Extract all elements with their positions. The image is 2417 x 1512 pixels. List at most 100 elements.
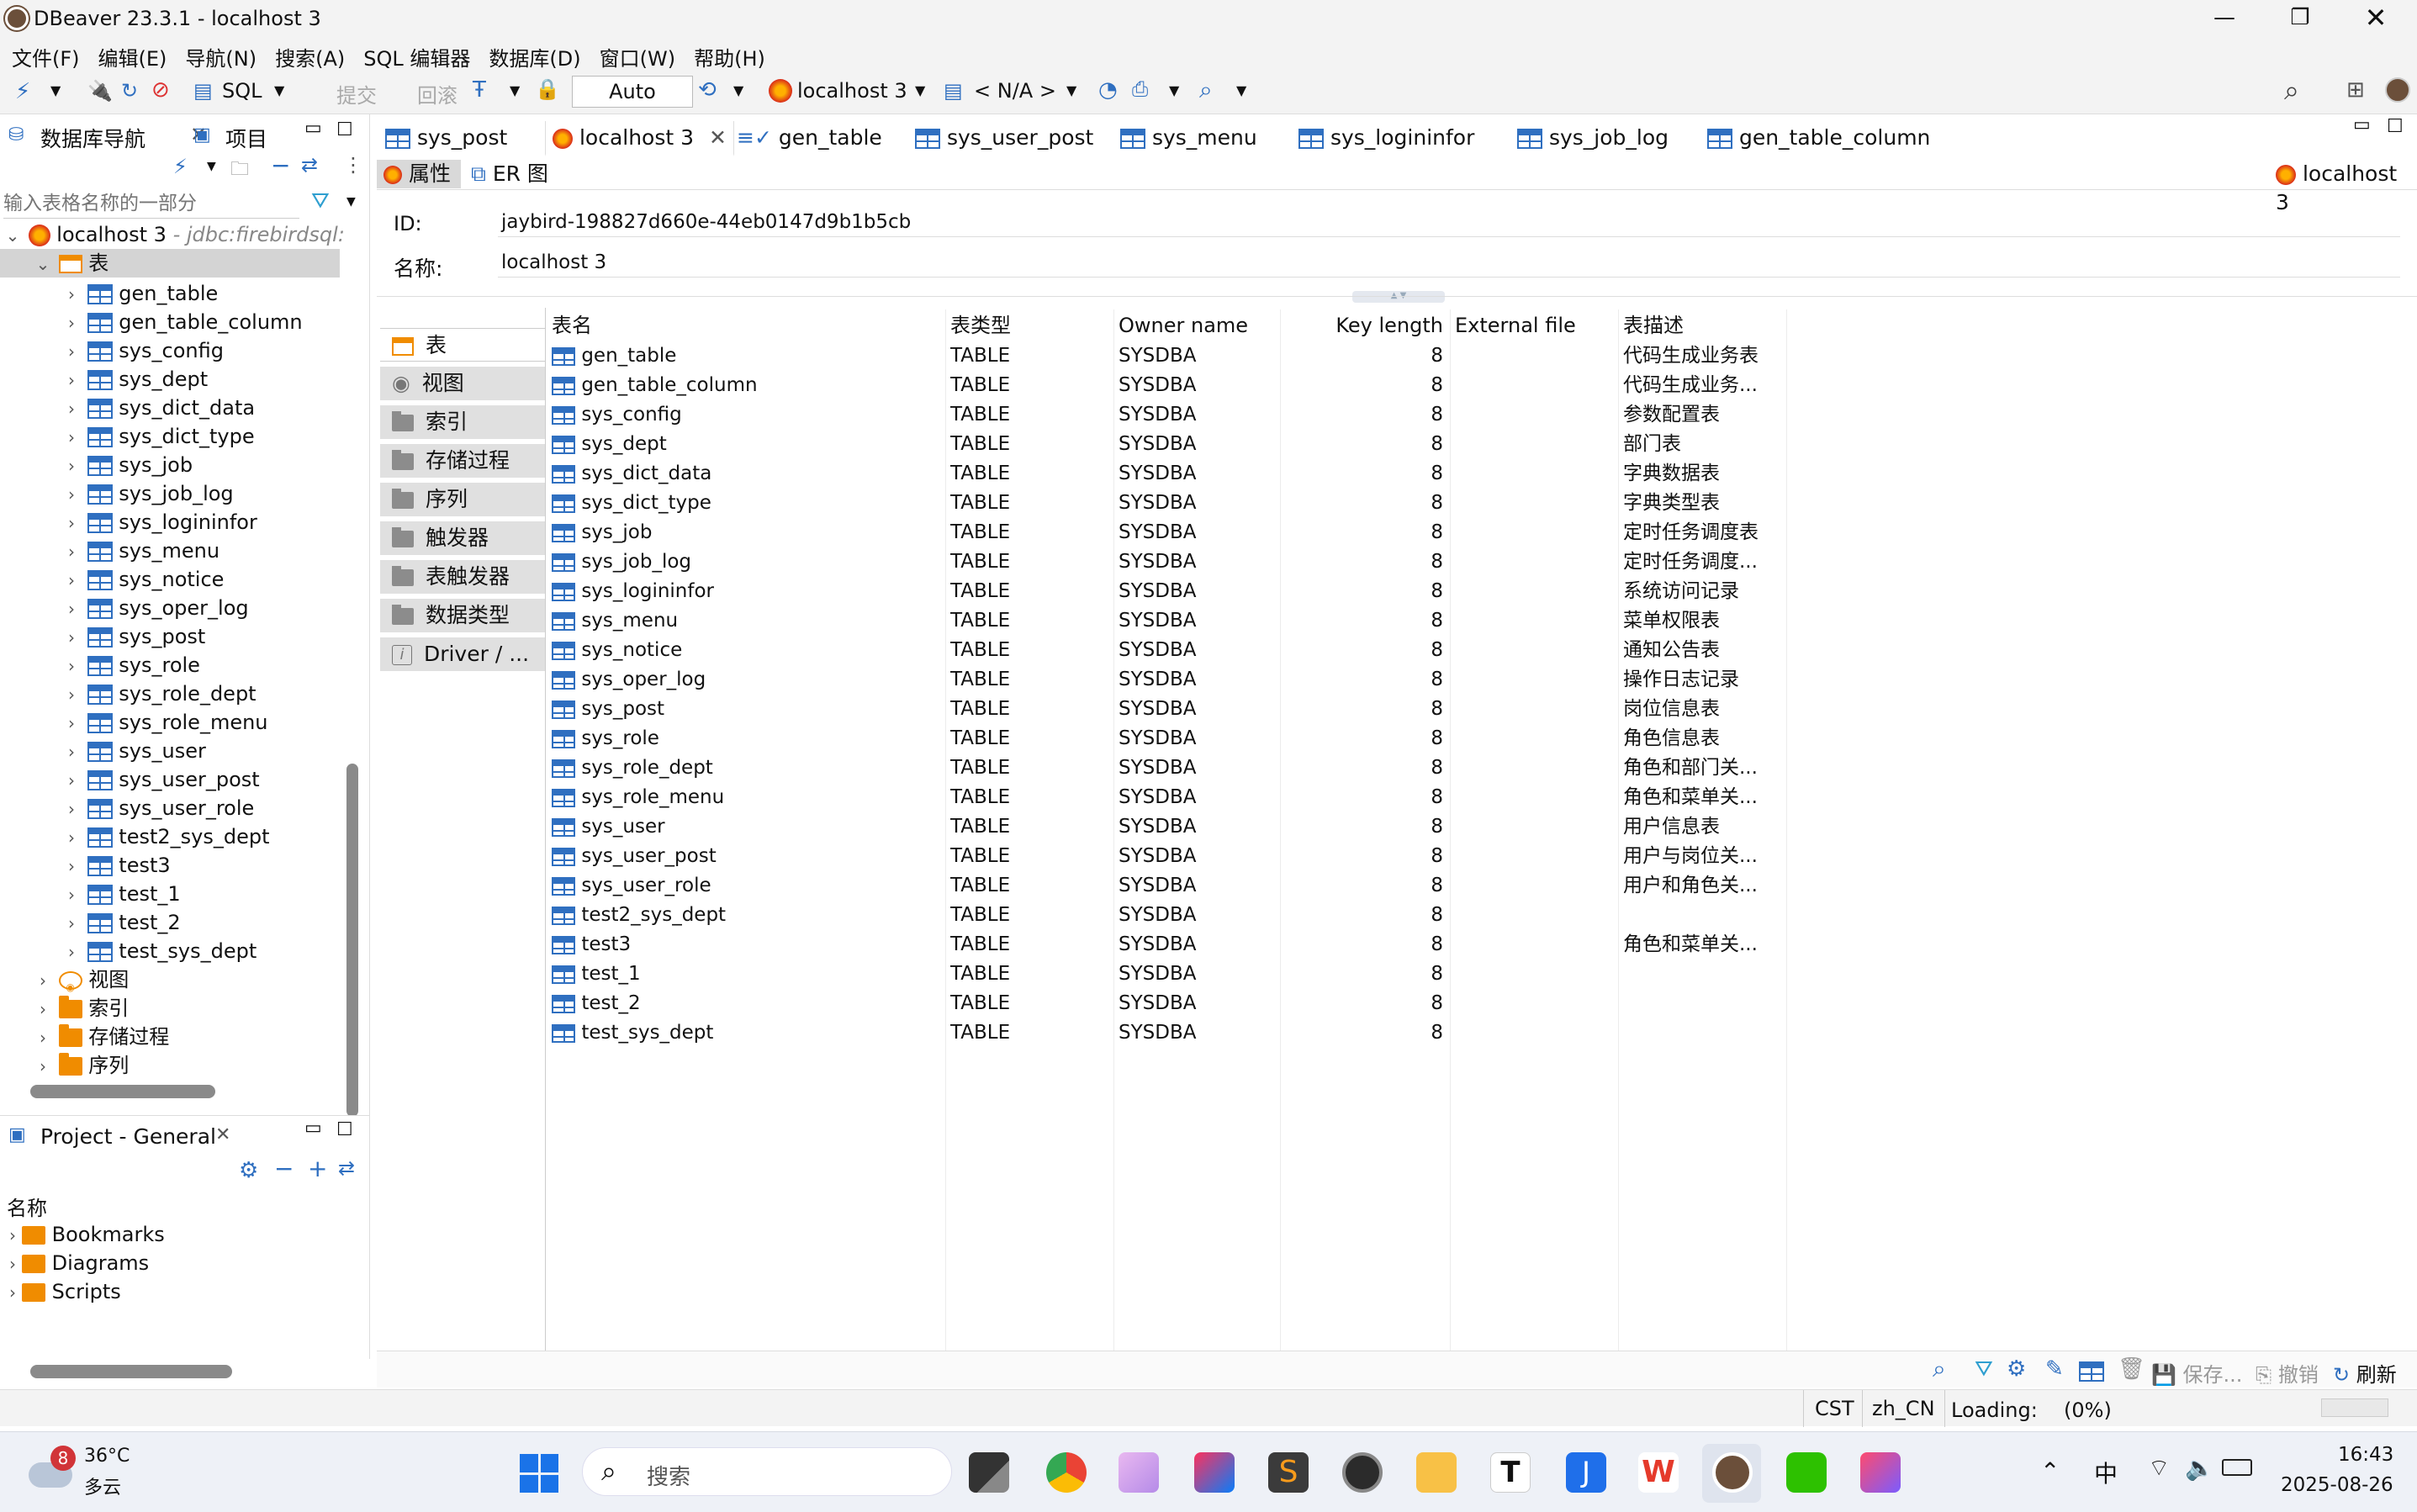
tree-table-item[interactable]: › gen_table [62, 279, 218, 308]
table-cell[interactable]: 8 [1309, 430, 1443, 459]
table-cell[interactable]: sys_logininfor [552, 577, 939, 606]
minimize-button[interactable]: — [2203, 5, 2245, 34]
table-cell[interactable]: 岗位信息表 [1623, 695, 1774, 724]
tree-table-item[interactable]: › sys_job [62, 451, 193, 479]
table-cell[interactable] [1455, 636, 1615, 665]
chevron-right-icon[interactable]: › [62, 880, 81, 909]
table-cell[interactable]: 8 [1309, 695, 1443, 724]
project-close-icon[interactable]: ✕ [215, 1124, 230, 1145]
table-cell[interactable] [1455, 665, 1615, 695]
project-horizontal-scrollbar[interactable] [30, 1365, 232, 1378]
table-cell[interactable]: TABLE [950, 812, 1110, 842]
nav-new-folder-icon[interactable]: 🗀 [230, 155, 249, 187]
table-cell[interactable]: TABLE [950, 489, 1110, 518]
table-cell[interactable]: 通知公告表 [1623, 636, 1774, 665]
rollback-button[interactable]: 回滚 [417, 79, 457, 108]
table-cell[interactable]: SYSDBA [1119, 724, 1278, 753]
tree-tables-folder[interactable]: ⌄ 表 [0, 249, 340, 278]
table-cell[interactable]: TABLE [950, 636, 1110, 665]
history-icon[interactable]: ⟲ [698, 77, 717, 103]
chevron-right-icon[interactable]: › [62, 394, 81, 423]
tree-table-item[interactable]: › sys_dict_data [62, 394, 255, 422]
table-cell[interactable]: 8 [1309, 665, 1443, 695]
project-title[interactable]: Project - General [40, 1124, 216, 1149]
chevron-right-icon[interactable]: › [34, 1023, 52, 1052]
table-cell[interactable]: 菜单权限表 [1623, 606, 1774, 636]
table-cell[interactable]: 8 [1309, 341, 1443, 371]
editor-tab[interactable]: sys_logininfor [1298, 121, 1474, 155]
volume-icon[interactable]: 🔈 [2185, 1454, 2214, 1482]
table-cell[interactable]: 8 [1309, 842, 1443, 871]
table-cell[interactable]: TABLE [950, 695, 1110, 724]
table-cell[interactable] [1455, 695, 1615, 724]
maximize-panel-icon[interactable]: ☐ [336, 119, 353, 140]
table-cell[interactable] [1455, 489, 1615, 518]
table-cell[interactable]: 字典类型表 [1623, 489, 1774, 518]
editor-tab[interactable]: sys_menu [1120, 121, 1257, 155]
subtab-properties[interactable]: 属性 [377, 160, 461, 188]
windows-start-icon[interactable] [520, 1454, 558, 1493]
grid-filter-icon[interactable]: ⛛ [1975, 1356, 1993, 1382]
nav-new-dropdown-icon[interactable]: ▼ [207, 160, 216, 173]
chevron-right-icon[interactable]: › [62, 309, 81, 337]
table-cell[interactable]: 8 [1309, 459, 1443, 489]
editor-tab[interactable]: gen_table_column [1707, 121, 1930, 155]
intellij-icon[interactable] [1194, 1452, 1235, 1493]
tab-database-navigator[interactable]: 数据库导航 [40, 123, 145, 153]
table-cell[interactable]: 代码生成业务... [1623, 371, 1774, 400]
table-cell[interactable] [1455, 518, 1615, 547]
chevron-right-icon[interactable]: › [62, 766, 81, 795]
table-cell[interactable]: SYSDBA [1119, 606, 1278, 636]
table-cell[interactable]: SYSDBA [1119, 518, 1278, 547]
table-cell[interactable]: 字典数据表 [1623, 459, 1774, 489]
table-cell[interactable] [1455, 930, 1615, 960]
project-item-bookmarks[interactable]: › Bookmarks [3, 1220, 165, 1249]
table-cell[interactable]: SYSDBA [1119, 371, 1278, 400]
grid-table-icon[interactable] [2079, 1360, 2104, 1382]
commit-button[interactable]: 提交 [336, 79, 377, 108]
chevron-right-icon[interactable]: › [62, 509, 81, 537]
sublime-icon[interactable]: S [1268, 1452, 1309, 1493]
table-cell[interactable]: 角色和部门关... [1623, 753, 1774, 783]
object-type-button[interactable]: i Driver / ... [380, 637, 545, 671]
table-cell[interactable]: 角色和菜单关... [1623, 930, 1774, 960]
tree-table-item[interactable]: › sys_user_role [62, 794, 254, 822]
table-cell[interactable]: SYSDBA [1119, 459, 1278, 489]
tree-table-item[interactable]: › sys_logininfor [62, 508, 257, 537]
table-cell[interactable]: TABLE [950, 960, 1110, 989]
weather-widget[interactable]: 8 36°C 多云 [25, 1446, 151, 1499]
disconnect-icon[interactable]: ⊘ [151, 77, 170, 103]
column-header[interactable]: External file [1455, 311, 1615, 340]
table-cell[interactable]: sys_dict_type [552, 489, 939, 518]
tree-connection[interactable]: ⌄ localhost 3 - jdbc:firebirdsql: [3, 220, 345, 249]
table-cell[interactable]: 8 [1309, 812, 1443, 842]
object-type-button[interactable]: 存储过程 [380, 444, 545, 478]
table-cell[interactable]: test2_sys_dept [552, 901, 939, 930]
dashboard-icon[interactable]: ◔ [1098, 77, 1118, 103]
table-cell[interactable]: gen_table [552, 341, 939, 371]
chevron-right-icon[interactable]: › [34, 966, 52, 995]
clock-date[interactable]: 2025-08-26 [2281, 1474, 2393, 1496]
table-cell[interactable]: 8 [1309, 606, 1443, 636]
invalidate-icon[interactable]: ↻ [121, 79, 138, 103]
restore-button[interactable]: ❐ [2279, 5, 2321, 34]
table-cell[interactable]: SYSDBA [1119, 400, 1278, 430]
chevron-right-icon[interactable]: › [62, 480, 81, 509]
lock-icon[interactable]: 🔒 [535, 77, 560, 101]
table-cell[interactable]: 部门表 [1623, 430, 1774, 459]
chevron-right-icon[interactable]: › [34, 1052, 52, 1081]
table-cell[interactable]: TABLE [950, 606, 1110, 636]
object-type-button[interactable]: 序列 [380, 483, 545, 516]
table-cell[interactable]: SYSDBA [1119, 783, 1278, 812]
table-cell[interactable] [1455, 547, 1615, 577]
table-cell[interactable]: TABLE [950, 842, 1110, 871]
table-cell[interactable]: SYSDBA [1119, 1018, 1278, 1048]
table-cell[interactable]: TABLE [950, 341, 1110, 371]
table-cell[interactable]: 8 [1309, 960, 1443, 989]
table-cell[interactable] [1623, 960, 1774, 989]
tree-folder-item[interactable]: › ◉ 视图 [34, 965, 129, 994]
editor-tab[interactable]: sys_post [385, 121, 507, 155]
tree-table-item[interactable]: › sys_dept [62, 365, 208, 394]
table-cell[interactable]: sys_post [552, 695, 939, 724]
sql-editor-icon[interactable]: ▤ [193, 79, 213, 103]
